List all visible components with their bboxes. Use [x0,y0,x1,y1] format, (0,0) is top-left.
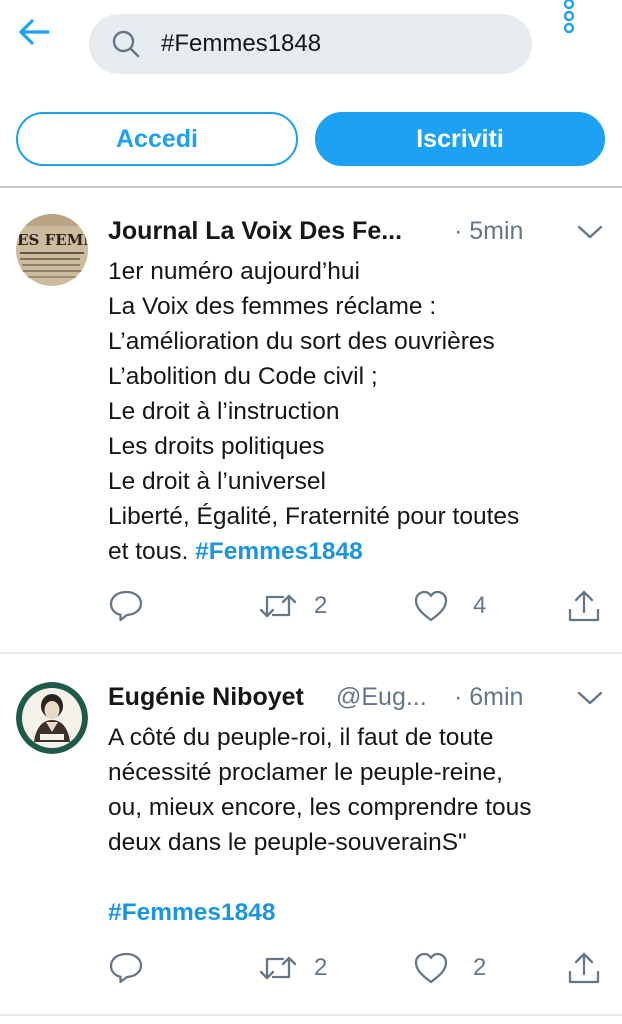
hashtag-link[interactable]: #Femmes1848 [108,899,276,926]
reply-button[interactable] [108,588,148,624]
newspaper-masthead-avatar-image: DES FEMM [16,214,88,286]
chevron-down-icon[interactable] [576,684,604,712]
like-button[interactable]: 4 [413,588,523,624]
tweet-text: 1er numéro aujourd’hui La Voix des femme… [108,254,604,569]
tweet-hashtag-line: #Femmes1848 [108,895,604,930]
tweet-line: La Voix des femmes réclame : [108,293,437,320]
reply-button[interactable] [108,950,148,986]
user-handle[interactable]: @Eug... [336,680,427,714]
tweet-line: A côté du peuple-roi, il faut de toute [108,724,494,751]
timestamp[interactable]: · 5min [454,214,523,248]
retweet-icon [259,956,297,980]
tweet[interactable]: Eugénie Niboyet @Eug... · 6min A côté du… [0,654,622,1014]
back-button[interactable] [14,14,54,50]
tweet-header: Journal La Voix Des Fe... · 5min [108,214,604,248]
reply-icon [109,952,143,984]
like-button[interactable]: 2 [413,950,523,986]
tweet-line-last: et tous. #Femmes1848 [108,534,604,569]
login-button[interactable]: Accedi [16,112,298,166]
tweet-line: Le droit à l’universel [108,468,326,495]
tweet-actions: 2 2 [108,950,608,986]
retweet-button[interactable]: 2 [258,588,368,624]
top-bar: #Femmes1848 [0,0,622,90]
display-name[interactable]: Eugénie Niboyet [108,680,304,714]
like-count: 4 [473,592,487,619]
avatar[interactable]: DES FEMM [16,214,88,286]
tweet-divider [0,1014,622,1016]
tweet[interactable]: DES FEMM Journal La Voix Des Fe... · 5mi… [0,188,622,652]
retweet-button[interactable]: 2 [258,950,368,986]
avatar[interactable] [16,682,88,754]
share-icon [568,952,600,984]
chevron-down-icon[interactable] [576,218,604,246]
more-vertical-icon [563,0,575,34]
tweet-line: 1er numéro aujourd’hui [108,258,360,285]
share-button[interactable] [566,950,606,986]
search-icon [112,30,140,58]
signup-button[interactable]: Iscriviti [315,112,605,166]
tweet-line: nécessité proclamer le peuple-reine, [108,759,503,786]
tweet-text: A côté du peuple-roi, il faut de toute n… [108,720,604,930]
avatar-masthead-text: DES FEMM [16,231,88,249]
search-input[interactable]: #Femmes1848 [89,14,532,74]
timestamp[interactable]: · 6min [454,680,523,714]
retweet-count: 2 [314,954,328,981]
tweet-line: Liberté, Égalité, Fraternité pour toutes [108,503,520,530]
share-button[interactable] [566,588,606,624]
more-options-button[interactable] [556,0,582,40]
tweet-line: Le droit à l’instruction [108,398,340,425]
like-count: 2 [473,954,487,981]
arrow-left-icon [19,19,50,45]
hashtag-link[interactable]: #Femmes1848 [195,538,363,565]
tweet-line: L’amélioration du sort des ouvrières [108,328,495,355]
portrait-illustration-avatar-image [16,682,88,754]
tweet-header: Eugénie Niboyet @Eug... · 6min [108,680,604,714]
tweet-line: ou, mieux encore, les comprendre tous [108,794,532,821]
display-name[interactable]: Journal La Voix Des Fe... [108,214,402,248]
reply-icon [109,590,143,622]
tweet-line: deux dans le peuple-souverainS" [108,829,467,856]
tweet-line: L’abolition du Code civil ; [108,363,378,390]
tweet-actions: 2 4 [108,588,608,624]
retweet-icon [259,594,297,618]
share-icon [568,590,600,622]
tweet-line-text: et tous. [108,538,189,565]
search-query: #Femmes1848 [161,30,322,57]
tweet-line: Les droits politiques [108,433,325,460]
heart-icon [414,952,448,984]
heart-icon [414,590,448,622]
retweet-count: 2 [314,592,328,619]
